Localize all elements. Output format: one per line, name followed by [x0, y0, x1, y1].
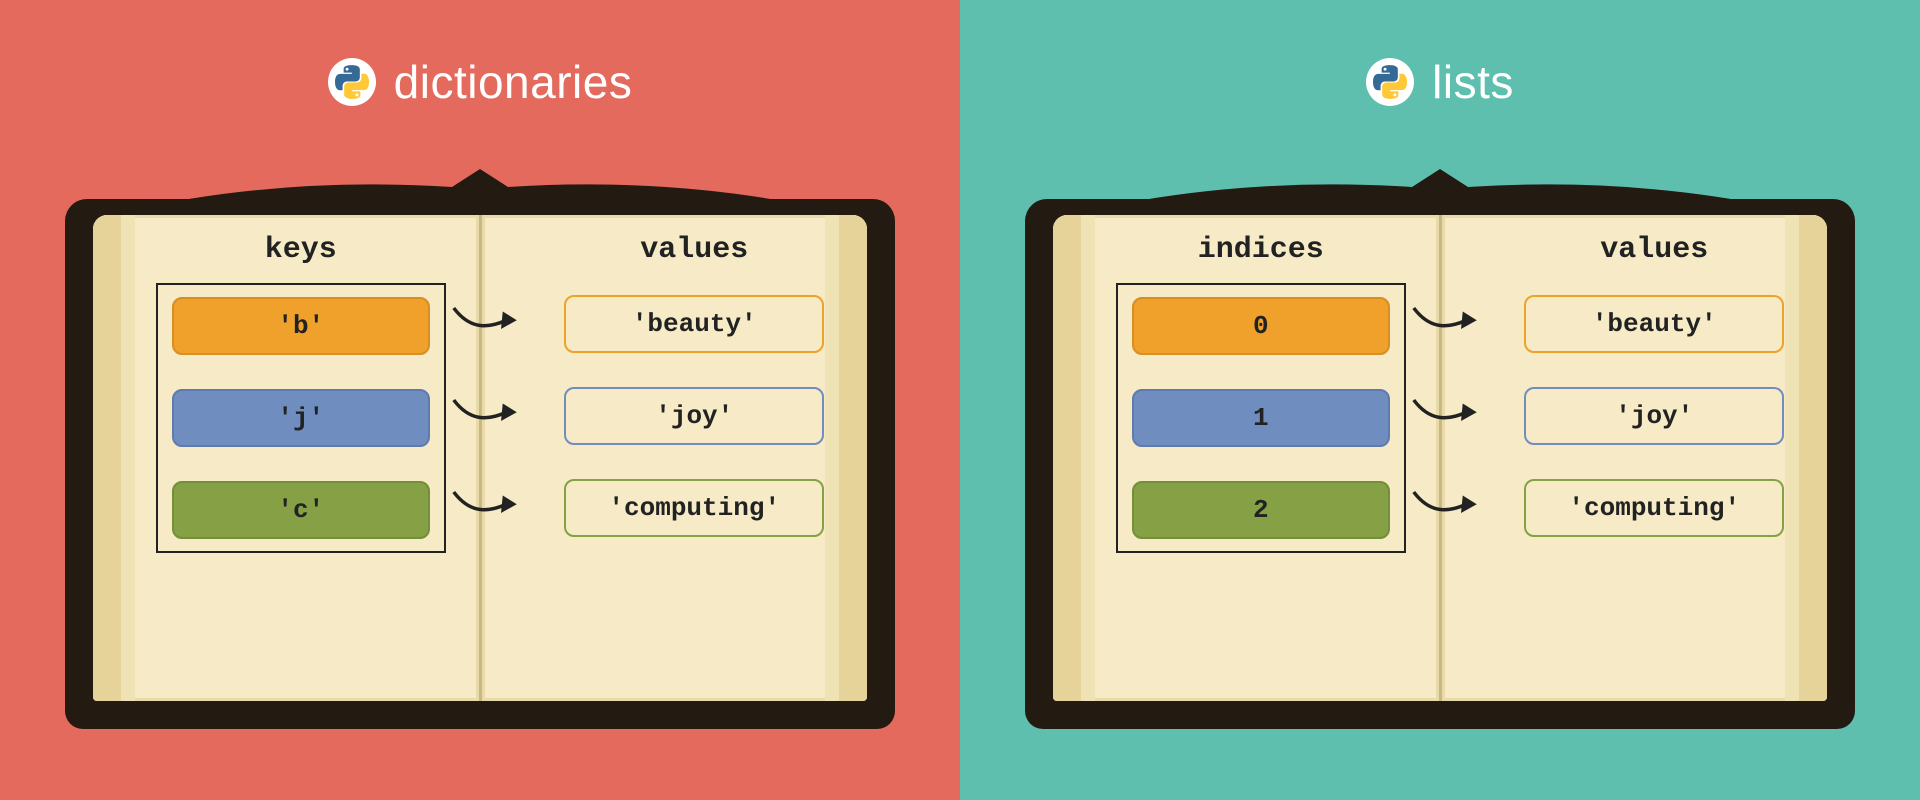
keys-box: 'b' 'j' 'c'	[156, 283, 446, 553]
value-pill-joy: 'joy'	[1524, 387, 1784, 445]
keys-header: keys	[265, 233, 337, 267]
indices-column: indices 0 1 2	[1103, 233, 1419, 683]
keys-column: keys 'b' 'j' 'c'	[143, 233, 459, 683]
python-logo-icon	[1366, 58, 1414, 106]
index-pill-0: 0	[1132, 297, 1390, 355]
indices-header: indices	[1198, 233, 1324, 267]
key-pill-b: 'b'	[172, 297, 430, 355]
values-stack: 'beauty' 'joy' 'computing'	[1524, 295, 1784, 537]
arrows-group	[1412, 233, 1482, 537]
value-pill-beauty: 'beauty'	[564, 295, 824, 353]
value-pill-computing: 'computing'	[564, 479, 824, 537]
values-column: values 'beauty' 'joy' 'computing'	[1462, 233, 1848, 537]
lists-title-row: lists	[1366, 55, 1514, 109]
dictionaries-panel: dictionaries keys 'b' 'j' 'c'	[0, 0, 960, 800]
arrow-icon	[1412, 293, 1482, 351]
diagram-container: dictionaries keys 'b' 'j' 'c'	[0, 0, 1920, 800]
arrow-icon	[1412, 385, 1482, 443]
index-pill-1: 1	[1132, 389, 1390, 447]
lists-panel: lists indices 0 1 2	[960, 0, 1920, 800]
values-stack: 'beauty' 'joy' 'computing'	[564, 295, 824, 537]
arrow-icon	[452, 477, 522, 535]
arrow-icon	[1412, 477, 1482, 535]
value-pill-beauty: 'beauty'	[1524, 295, 1784, 353]
lists-book: indices 0 1 2 values	[1025, 169, 1855, 729]
book-pages: indices 0 1 2 values	[1053, 215, 1827, 701]
arrow-icon	[452, 385, 522, 443]
arrows-group	[452, 233, 522, 537]
indices-box: 0 1 2	[1116, 283, 1406, 553]
python-logo-icon	[328, 58, 376, 106]
book-top-curve	[1025, 169, 1855, 219]
value-pill-computing: 'computing'	[1524, 479, 1784, 537]
right-page: values 'beauty' 'joy' 'computing'	[481, 215, 868, 701]
book-top-curve	[65, 169, 895, 219]
book-pages: keys 'b' 'j' 'c' values	[93, 215, 867, 701]
value-pill-joy: 'joy'	[564, 387, 824, 445]
key-pill-c: 'c'	[172, 481, 430, 539]
lists-title: lists	[1432, 55, 1514, 109]
left-page: keys 'b' 'j' 'c'	[93, 215, 481, 701]
values-header: values	[640, 233, 748, 267]
dictionaries-title-row: dictionaries	[328, 55, 633, 109]
right-page: values 'beauty' 'joy' 'computing'	[1441, 215, 1828, 701]
dictionaries-book: keys 'b' 'j' 'c' values	[65, 169, 895, 729]
key-pill-j: 'j'	[172, 389, 430, 447]
values-header: values	[1600, 233, 1708, 267]
dictionaries-title: dictionaries	[394, 55, 633, 109]
values-column: values 'beauty' 'joy' 'computing'	[502, 233, 888, 537]
left-page: indices 0 1 2	[1053, 215, 1441, 701]
index-pill-2: 2	[1132, 481, 1390, 539]
arrow-icon	[452, 293, 522, 351]
